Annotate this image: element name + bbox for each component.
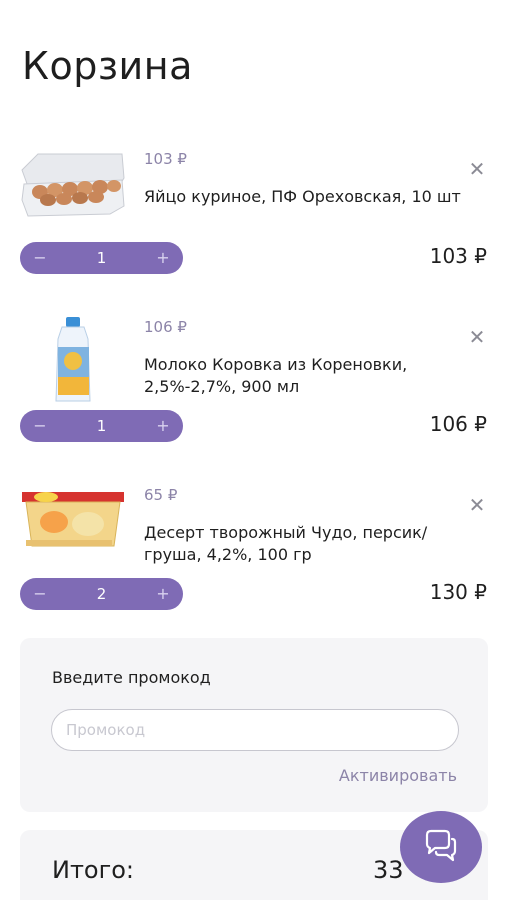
product-name: Десерт творожный Чудо, персик/груша, 4,2… (144, 523, 428, 564)
total-value: 33 (373, 856, 404, 884)
remove-item-button[interactable]: ✕ (466, 326, 488, 348)
promo-title: Введите промокод (52, 668, 211, 687)
product-name: Яйцо куриное, ПФ Ореховская, 10 шт (144, 187, 461, 206)
quantity-value: 2 (96, 585, 107, 603)
cart-item-eggs: 103 ₽ Яйцо куриное, ПФ Ореховская, 10 шт… (0, 148, 507, 298)
item-total-price: 106 ₽ (429, 412, 487, 436)
increase-quantity-button[interactable]: + (143, 410, 183, 442)
chat-button[interactable] (400, 811, 482, 883)
chat-bubbles-icon (425, 829, 457, 862)
promo-code-panel: Введите промокод Активировать (20, 638, 488, 812)
milk-bottle-image (55, 317, 91, 402)
decrease-quantity-button[interactable]: − (20, 578, 60, 610)
item-total-price: 103 ₽ (429, 244, 487, 268)
quantity-stepper: − 2 + (20, 578, 183, 610)
egg-carton-image (21, 153, 125, 217)
product-name: Молоко Коровка из Кореновки, 2,5%-2,7%, … (144, 355, 408, 396)
promo-code-input[interactable] (51, 709, 459, 751)
remove-item-button[interactable]: ✕ (466, 158, 488, 180)
page-title: Корзина (22, 44, 193, 88)
remove-item-button[interactable]: ✕ (466, 494, 488, 516)
cart-item-milk: 106 ₽ Молоко Коровка из Кореновки, 2,5%-… (0, 316, 507, 466)
item-total-price: 130 ₽ (429, 580, 487, 604)
increase-quantity-button[interactable]: + (143, 242, 183, 274)
activate-promo-link[interactable]: Активировать (339, 766, 457, 785)
quantity-stepper: − 1 + (20, 410, 183, 442)
unit-price: 65 ₽ (144, 486, 178, 504)
increase-quantity-button[interactable]: + (143, 578, 183, 610)
decrease-quantity-button[interactable]: − (20, 410, 60, 442)
unit-price: 103 ₽ (144, 150, 187, 168)
decrease-quantity-button[interactable]: − (20, 242, 60, 274)
cart-item-dessert: 65 ₽ Десерт творожный Чудо, персик/груша… (0, 484, 507, 634)
total-label: Итого: (52, 856, 134, 884)
dessert-cup-image (22, 492, 124, 547)
quantity-value: 1 (96, 249, 107, 267)
quantity-stepper: − 1 + (20, 242, 183, 274)
quantity-value: 1 (96, 417, 107, 435)
unit-price: 106 ₽ (144, 318, 187, 336)
